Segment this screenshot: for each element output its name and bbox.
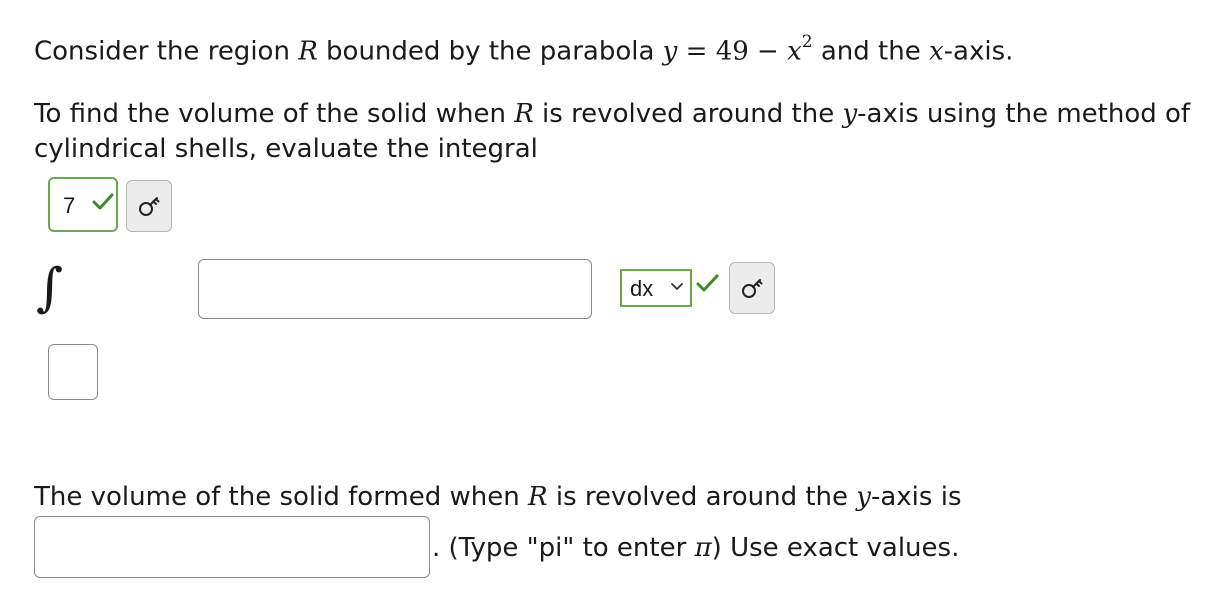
upper-limit-input[interactable]: 7 [48,177,118,232]
integrand-key-button[interactable] [729,262,775,314]
volume-hint: . (Type "pi" to enter π) Use exact value… [432,530,959,565]
question-text: To find the volume of the solid when [34,99,515,129]
hint-suffix: ) Use exact values. [711,533,960,563]
volume-text: -axis is [870,482,962,512]
volume-answer-input[interactable] [34,516,430,578]
question-text: bounded by the parabola [317,36,663,67]
lower-limit-input[interactable] [48,344,98,400]
region-variable: R [528,482,548,512]
question-text: -axis. [943,36,1014,67]
integrand-input[interactable] [198,259,592,319]
question-text: cylindrical shells, evaluate the integra… [34,134,538,164]
differential-selected-value: dx [630,276,654,301]
upper-limit-value: 7 [63,193,76,218]
question-text: and the [812,36,929,67]
equation-x: x [787,36,802,67]
equation-y: y [662,36,678,67]
check-icon [92,193,114,210]
question-text: -axis using the method of [857,99,1191,129]
pi-symbol: π [694,533,712,563]
axis-variable: y [856,482,871,512]
chevron-down-icon [671,283,683,290]
upper-limit-key-button[interactable] [126,180,172,232]
region-variable: R [298,36,318,67]
question-line-3: cylindrical shells, evaluate the integra… [34,132,538,166]
volume-prompt: The volume of the solid formed when R is… [34,480,962,514]
volume-text: The volume of the solid formed when [34,482,528,512]
question-text: Consider the region [34,36,299,67]
equation-exponent: 2 [801,32,813,52]
key-icon [139,197,160,216]
axis-variable: x [928,36,944,67]
integral-symbol: ∫ [36,258,64,318]
equation-body: = 49 − [677,36,788,67]
differential-select[interactable]: dx [620,269,692,307]
check-icon [696,274,719,292]
axis-variable: y [842,99,858,129]
question-line-2: To find the volume of the solid when R i… [34,97,1190,131]
key-icon [742,279,763,298]
region-variable: R [514,99,534,129]
question-text: is revolved around the [533,99,843,129]
volume-text: is revolved around the [547,482,857,512]
hint-prefix: . (Type "pi" to enter [432,533,695,563]
question-line-1: Consider the region R bounded by the par… [34,28,1013,69]
